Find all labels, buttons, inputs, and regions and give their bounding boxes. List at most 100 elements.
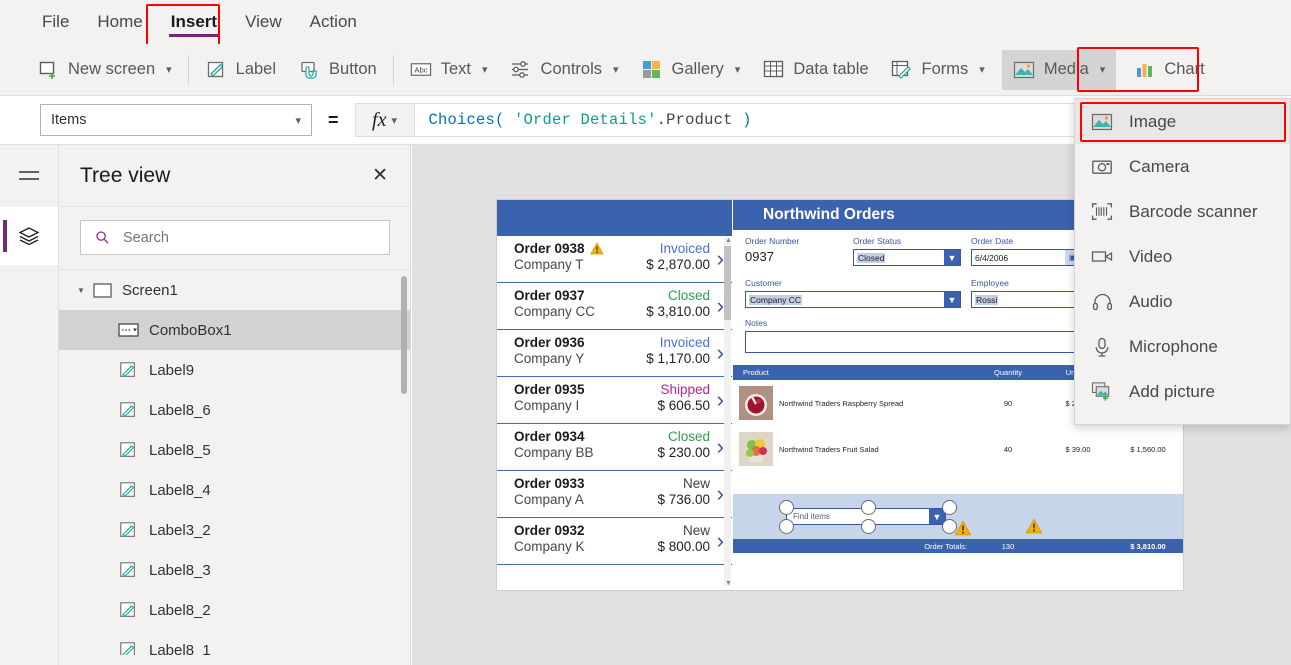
ribbon-item-label: Forms — [921, 60, 969, 78]
tree-node-combobox1[interactable]: ComboBox1 — [59, 310, 410, 350]
menu-item-add-picture[interactable]: Add picture — [1075, 369, 1290, 414]
button-icon — [298, 59, 320, 81]
gallery-icon — [641, 59, 663, 81]
chevron-right-icon[interactable]: › — [717, 387, 724, 413]
order-id-text: Order 0936 — [514, 335, 585, 350]
ribbon-forms[interactable]: Forms ▾ — [880, 50, 996, 90]
resize-handle-bottom-left[interactable] — [779, 519, 794, 534]
menu-item-audio[interactable]: Audio — [1075, 279, 1290, 324]
tree-node-label8-3[interactable]: Label8_3 — [59, 550, 410, 590]
search-input[interactable] — [121, 228, 375, 247]
tree-node-label8-2[interactable]: Label8_2 — [59, 590, 410, 630]
tree-view-panel: Tree view ✕ ▼ Screen1 ComboBox1 — [59, 145, 411, 665]
ribbon-button[interactable]: Button — [287, 50, 388, 90]
combobox-icon — [115, 323, 141, 337]
hamburger-icon[interactable] — [0, 145, 58, 207]
order-company: Company A — [514, 492, 584, 507]
menu-item-camera[interactable]: Camera — [1075, 144, 1290, 189]
order-date-input[interactable]: 6/4/2006 ▣ — [971, 249, 1081, 266]
gallery-item[interactable]: Order 0936 Invoiced Company Y $ 1,170.00… — [497, 330, 732, 377]
gallery-item[interactable]: Order 0935 Shipped Company I $ 606.50 › — [497, 377, 732, 424]
chevron-down-icon[interactable]: ▼ — [944, 250, 960, 265]
field-label: Order Status — [853, 236, 902, 246]
rail-item-tree-view[interactable] — [0, 207, 58, 265]
ribbon-gallery[interactable]: Gallery ▾ — [630, 50, 752, 90]
resize-handle-bottom-center[interactable] — [861, 519, 876, 534]
ribbon-divider — [392, 54, 394, 85]
ribbon-data-table[interactable]: Data table — [751, 50, 879, 90]
label-icon — [115, 401, 141, 419]
tree-node-label8-5[interactable]: Label8_5 — [59, 430, 410, 470]
gallery-scrollbar-thumb[interactable] — [724, 246, 731, 320]
expand-triangle-icon[interactable]: ▼ — [73, 286, 89, 295]
ribbon-chart[interactable]: Chart — [1122, 50, 1215, 90]
order-company: Company K — [514, 539, 585, 554]
search-icon — [96, 231, 109, 244]
gallery-item[interactable]: Order 0934 Closed Company BB $ 230.00 › — [497, 424, 732, 471]
gallery-item[interactable]: Order 0933 New Company A $ 736.00 › — [497, 471, 732, 518]
customer-value: Company CC — [749, 294, 803, 305]
menu-item-image[interactable]: Image — [1075, 99, 1290, 144]
menu-item-microphone[interactable]: Microphone — [1075, 324, 1290, 369]
chevron-right-icon[interactable]: › — [717, 246, 724, 272]
menu-item-label: Audio — [1129, 291, 1173, 311]
ribbon-label[interactable]: Label — [194, 50, 287, 90]
scroll-up-arrow-icon[interactable]: ▲ — [725, 237, 732, 244]
order-date-value: 6/4/2006 — [975, 252, 1009, 263]
tree-node-label3-2[interactable]: Label3_2 — [59, 510, 410, 550]
ribbon-text[interactable]: Abc Text ▾ — [399, 50, 499, 90]
order-status: New — [682, 476, 710, 491]
product-name: Northwind Traders Raspberry Spread — [779, 398, 904, 408]
field-order-number: Order Number 0937 — [745, 236, 840, 264]
ribbon-new-screen[interactable]: New screen ▾ — [26, 50, 183, 90]
menu-tab-action[interactable]: Action — [296, 0, 371, 44]
tree-node-label8-4[interactable]: Label8_4 — [59, 470, 410, 510]
ribbon-item-label: Media — [1043, 60, 1089, 78]
warning-icon — [589, 242, 604, 255]
ribbon-item-label: New screen — [68, 60, 156, 78]
column-header-product: Product — [743, 368, 769, 377]
ribbon-controls[interactable]: Controls ▾ — [499, 50, 630, 90]
tree-node-label8-6[interactable]: Label8_6 — [59, 390, 410, 430]
tree-node-label9[interactable]: Label9 — [59, 350, 410, 390]
tree-node-screen1[interactable]: ▼ Screen1 — [59, 270, 410, 310]
chevron-right-icon[interactable]: › — [717, 481, 724, 507]
menu-tab-file[interactable]: File — [28, 0, 83, 44]
tree-node-label8-1[interactable]: Label8_1 — [59, 630, 410, 655]
search-box[interactable] — [80, 220, 390, 255]
gallery-scrollbar[interactable]: ▲ ▼ — [724, 237, 732, 587]
order-totals-row: Order Totals: 130 $ 3,810.00 — [733, 539, 1183, 553]
fx-button[interactable]: fx ▾ — [354, 103, 415, 137]
gallery-item[interactable]: Order 0937 Closed Company CC $ 3,810.00 … — [497, 283, 732, 330]
menu-item-video[interactable]: Video — [1075, 234, 1290, 279]
product-row[interactable]: Northwind Traders Fruit Salad 40 $ 39.00… — [733, 426, 1183, 472]
order-status-dropdown[interactable]: Closed ▼ — [853, 249, 961, 266]
menu-tab-view[interactable]: View — [231, 0, 296, 44]
menu-tab-insert[interactable]: Insert — [157, 0, 231, 44]
ribbon-media[interactable]: Media ▾ — [1001, 49, 1117, 90]
scroll-down-arrow-icon[interactable]: ▼ — [725, 580, 732, 587]
chevron-right-icon[interactable]: › — [717, 528, 724, 554]
new-screen-icon — [37, 59, 59, 81]
menu-item-label: Add picture — [1129, 381, 1215, 401]
resize-handle-top-center[interactable] — [861, 500, 876, 515]
tree-scrollbar[interactable] — [401, 276, 407, 394]
gallery-item[interactable]: Order 0932 New Company K $ 800.00 › — [497, 518, 732, 565]
order-status: Closed — [667, 429, 710, 444]
chevron-right-icon[interactable]: › — [717, 340, 724, 366]
menu-item-barcode-scanner[interactable]: Barcode scanner — [1075, 189, 1290, 234]
chevron-right-icon[interactable]: › — [717, 293, 724, 319]
order-id: Order 0938 — [514, 241, 604, 256]
customer-dropdown[interactable]: Company CC ▼ — [745, 291, 961, 308]
camera-icon — [1091, 156, 1113, 178]
ribbon-divider — [187, 54, 189, 85]
menu-tab-label: Action — [309, 12, 357, 31]
resize-handle-top-right[interactable] — [942, 500, 957, 515]
chevron-down-icon[interactable]: ▼ — [944, 292, 960, 307]
menu-tab-home[interactable]: Home — [83, 0, 156, 44]
resize-handle-top-left[interactable] — [779, 500, 794, 515]
property-select[interactable]: Items ▾ — [40, 104, 312, 136]
close-icon[interactable]: ✕ — [372, 166, 388, 185]
chevron-right-icon[interactable]: › — [717, 434, 724, 460]
gallery-item[interactable]: Order 0938 Invoiced Company T $ 2,870.00… — [497, 236, 732, 283]
